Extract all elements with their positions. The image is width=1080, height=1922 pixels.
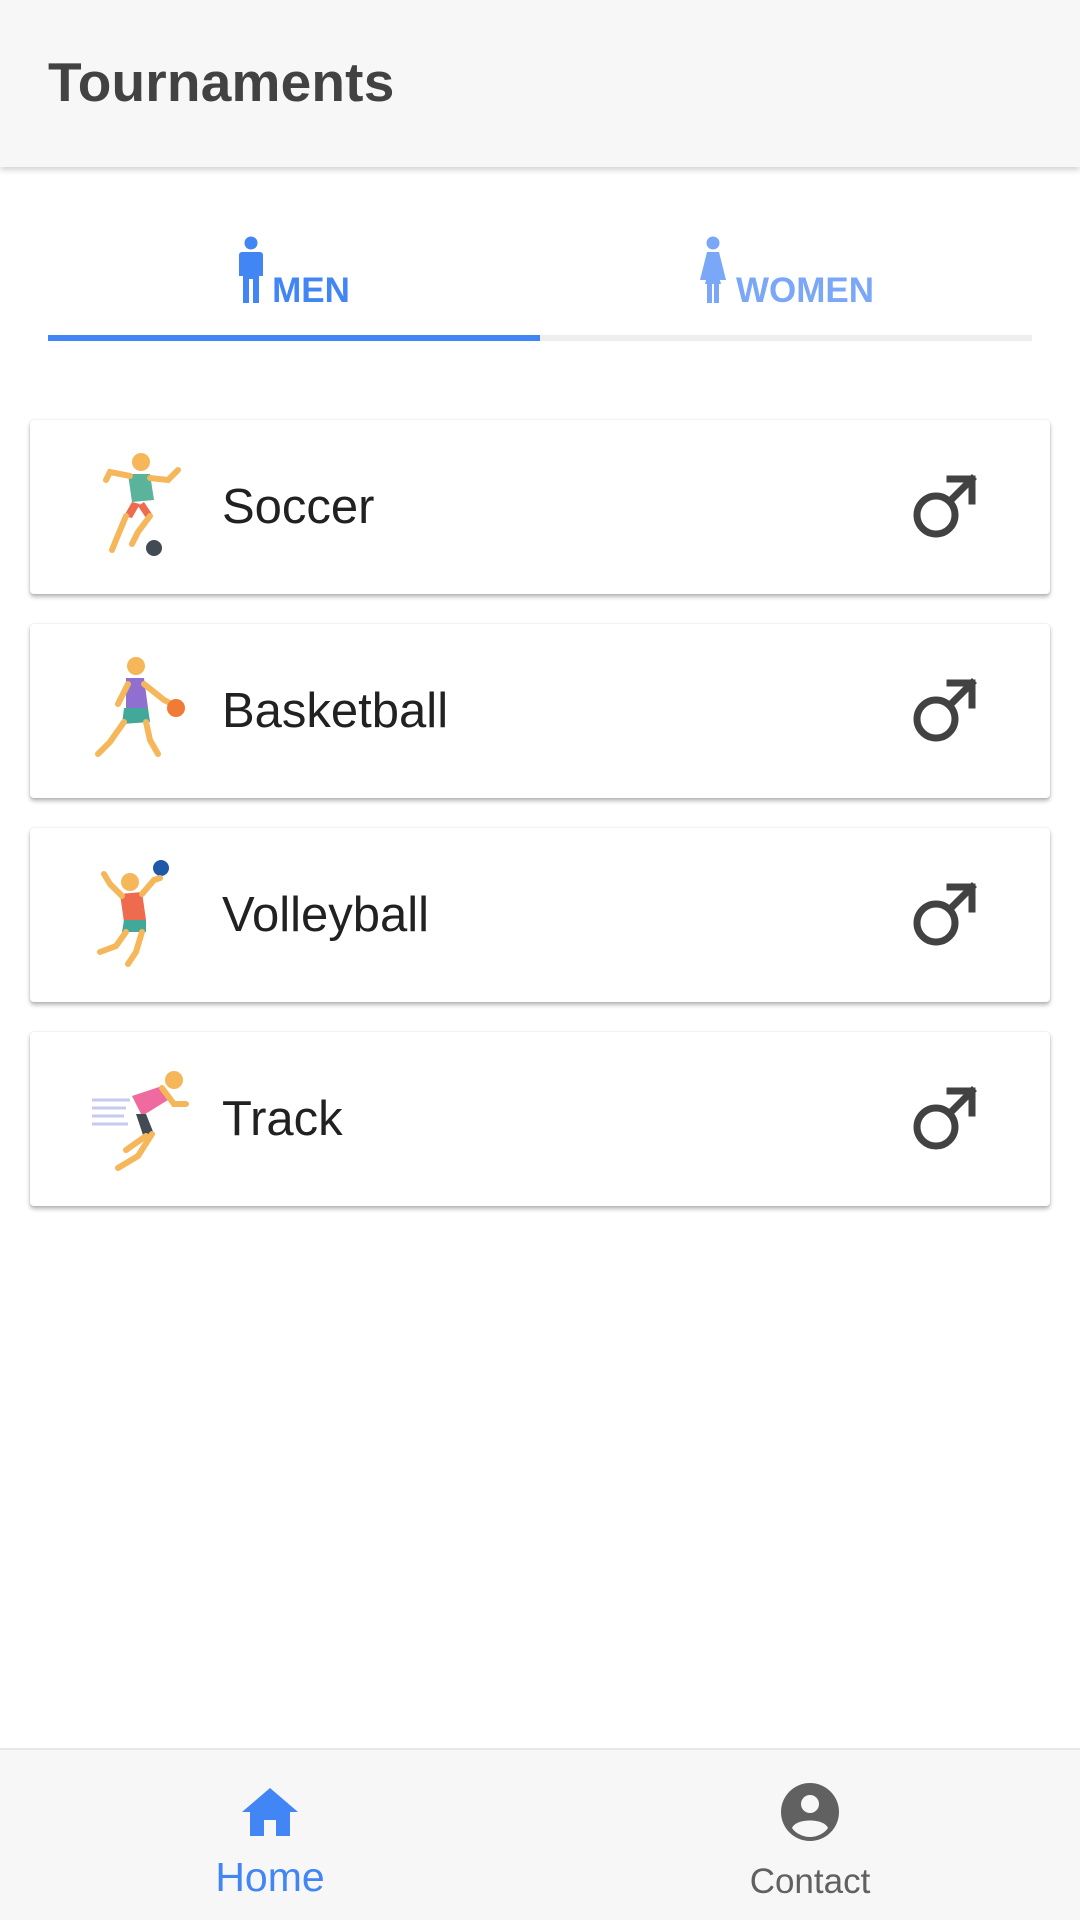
tournament-label: Volleyball	[222, 888, 430, 942]
woman-icon	[698, 236, 728, 309]
tournament-card-basketball[interactable]: Basketball	[30, 624, 1050, 798]
tournament-label: Track	[222, 1092, 343, 1146]
tab-men-label: MEN	[272, 271, 350, 310]
tournament-card-volleyball[interactable]: Volleyball	[30, 828, 1050, 1002]
basketball-player-icon	[95, 657, 185, 757]
tournament-card-soccer[interactable]: Soccer	[30, 420, 1050, 594]
account-circle-icon	[781, 1783, 839, 1841]
app-bar: Tournaments	[0, 0, 1080, 167]
male-symbol-icon	[913, 1086, 977, 1150]
gender-tabs: MEN WOMEN	[48, 225, 1032, 342]
tab-indicator	[48, 335, 540, 341]
nav-contact-label: Contact	[749, 1862, 871, 1901]
nav-contact[interactable]: Contact	[540, 1750, 1080, 1922]
nav-home-label: Home	[215, 1854, 325, 1900]
male-symbol-icon	[913, 678, 977, 742]
male-symbol-icon	[913, 882, 977, 946]
tab-men[interactable]: MEN	[48, 225, 540, 335]
tab-women-label: WOMEN	[735, 271, 875, 310]
tournament-card-track[interactable]: Track	[30, 1032, 1050, 1206]
tab-women[interactable]: WOMEN	[540, 225, 1032, 335]
tournament-list: Soccer Basketball Volleyball Track	[30, 420, 1050, 1236]
male-symbol-icon	[913, 474, 977, 538]
nav-home[interactable]: Home	[0, 1750, 540, 1922]
page-title: Tournaments	[48, 51, 395, 113]
soccer-player-icon	[103, 453, 181, 556]
tournament-label: Basketball	[222, 684, 449, 738]
bottom-nav: Home Contact	[0, 1748, 1080, 1920]
tournament-label: Soccer	[222, 480, 375, 534]
home-icon	[242, 1788, 298, 1836]
runner-icon	[92, 1071, 189, 1171]
volleyball-player-icon	[97, 860, 169, 967]
man-icon	[238, 236, 264, 309]
